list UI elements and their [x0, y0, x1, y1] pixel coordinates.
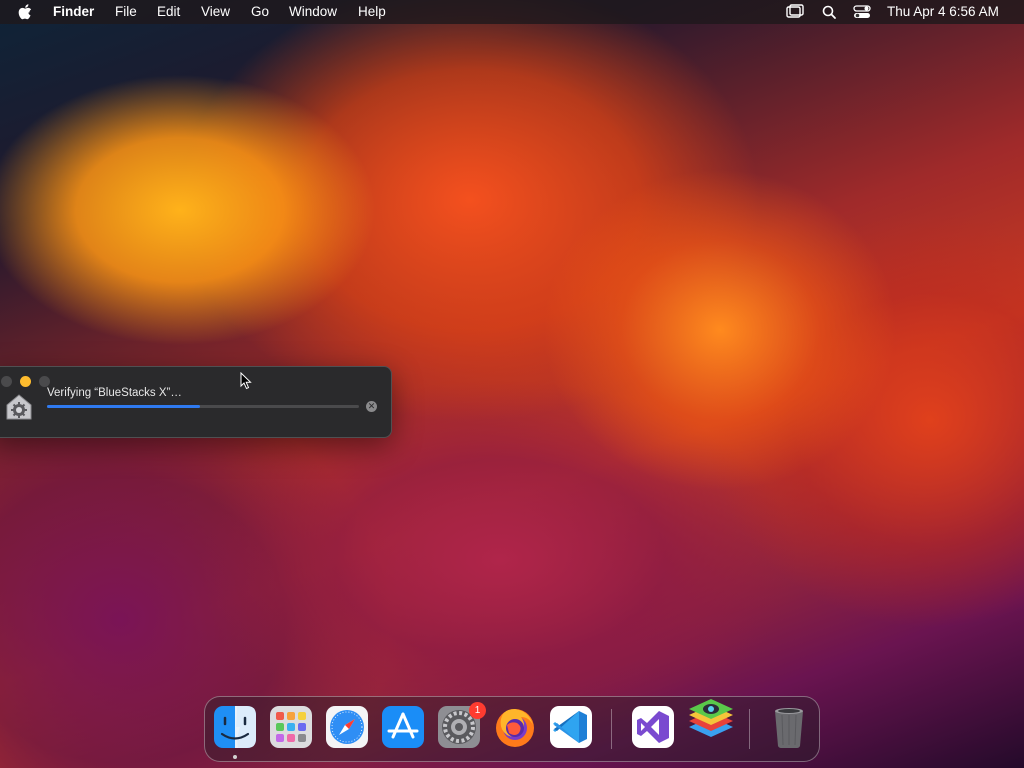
dock-separator	[749, 709, 750, 749]
close-window-button[interactable]	[1, 376, 12, 387]
screen-mirroring-icon[interactable]	[786, 4, 804, 20]
firefox-icon[interactable]	[493, 705, 537, 749]
progress-fill	[47, 405, 200, 408]
launchpad-icon[interactable]	[269, 705, 313, 749]
menu-file[interactable]: File	[115, 4, 137, 19]
apple-logo-icon[interactable]	[18, 4, 32, 20]
finder-running-indicator	[233, 755, 237, 759]
visual-studio-icon[interactable]	[631, 705, 675, 749]
zoom-window-button[interactable]	[39, 376, 50, 387]
verifying-dialog: Verifying “BlueStacks X”… ✕	[0, 366, 392, 438]
mouse-cursor-icon	[240, 372, 252, 390]
installer-icon	[6, 394, 32, 420]
minimize-window-button[interactable]	[20, 376, 31, 387]
vscode-icon[interactable]	[549, 705, 593, 749]
menu-app-name[interactable]: Finder	[53, 4, 94, 19]
menu-edit[interactable]: Edit	[157, 4, 180, 19]
menu-window[interactable]: Window	[289, 4, 337, 19]
trash-icon[interactable]	[767, 705, 811, 749]
menubar-clock[interactable]: Thu Apr 4 6:56 AM	[887, 4, 999, 19]
spotlight-search-icon[interactable]	[821, 4, 839, 20]
dock: 1	[204, 696, 820, 762]
stop-icon[interactable]: ✕	[366, 401, 377, 412]
menu-view[interactable]: View	[201, 4, 230, 19]
system-settings-badge: 1	[469, 702, 486, 719]
menu-help[interactable]: Help	[358, 4, 386, 19]
progress-bar	[47, 405, 359, 408]
dialog-title: Verifying “BlueStacks X”…	[47, 387, 182, 399]
bluestacks-icon[interactable]	[685, 693, 737, 745]
safari-icon[interactable]	[325, 705, 369, 749]
menu-go[interactable]: Go	[251, 4, 269, 19]
dock-separator	[611, 709, 612, 749]
finder-icon[interactable]	[213, 705, 257, 749]
menu-bar: Finder File Edit View Go Window Help Thu…	[0, 0, 1024, 24]
control-center-icon[interactable]	[853, 4, 871, 20]
app-store-icon[interactable]	[381, 705, 425, 749]
